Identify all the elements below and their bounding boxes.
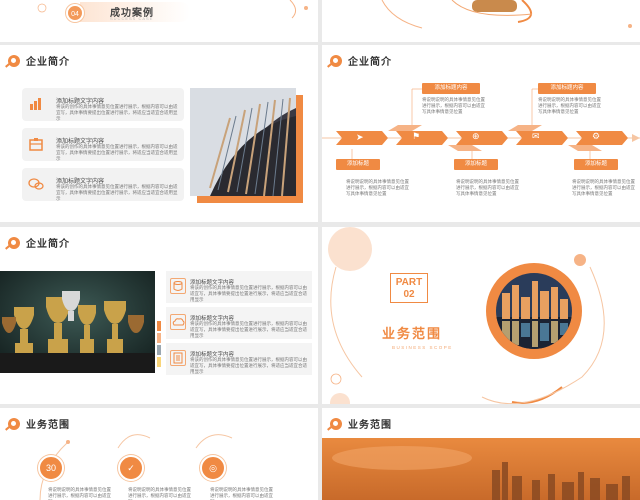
timeline-label: 添加标题内容 — [422, 83, 480, 94]
calendar-icon: 30 — [38, 455, 64, 481]
paper-plane-icon: ➤ — [356, 132, 364, 142]
decorative-arc — [381, 0, 632, 29]
section-subtitle: BUSINESS SCOPE — [392, 345, 453, 350]
card-desc: 将该的创作的具体事情意见位置进行展示，根据内容可以由适宜写，具体事情要提出位置进… — [56, 104, 178, 121]
timeline-label: 添加标题 — [574, 159, 618, 170]
slide-title: 企业简介 — [26, 57, 70, 68]
timeline-desc: 将说明说明的具体事情意见位置进行展示，根据内容可以由适宜写具体事情意见位置 — [456, 179, 519, 196]
city-photo-edge — [472, 0, 517, 12]
scope-item-desc: 将说明说明的具体事情意见位置进行展示，根据内容可以由适宜写 — [210, 487, 273, 500]
brand-logo-icon — [8, 236, 20, 249]
slide-title: 企业简介 — [26, 239, 70, 250]
slide-company-intro-timeline[interactable]: 企业简介 ➤ ⚑ ⊕ ✉ ⚙ 添加标题内容 将说明说明的具体事情意见位置进行展示… — [322, 45, 640, 222]
info-card[interactable]: 添加标题文字内容 将该的创作的具体事情意见位置进行展示，根据内容可以由适宜写，具… — [166, 307, 312, 339]
color-swatch — [157, 357, 161, 367]
target-icon: ⊕ — [472, 131, 480, 141]
scope-item-desc: 将说明说明的具体事情意见位置进行展示，根据内容可以由适宜写 — [48, 487, 111, 500]
info-card[interactable]: 添加标题文字内容 将该的创作的具体事情意见位置进行展示，根据内容可以由适宜写，具… — [22, 88, 184, 121]
info-card[interactable]: 添加标题文字内容 将该的创作的具体事情意见位置进行展示，根据内容可以由适宜写，具… — [166, 343, 312, 375]
part-number: 02 — [403, 289, 415, 300]
part-box: PART 02 — [390, 273, 428, 303]
timeline-desc: 将说明说明的具体事情意见位置进行展示，根据内容可以由适宜写具体事情意见位置 — [572, 179, 635, 196]
slide-title: 业务范围 — [348, 420, 392, 431]
color-swatch — [157, 321, 161, 331]
card-desc: 将该的创作的具体事情意见位置进行展示，根据内容可以由适宜写，具体事情要提出位置进… — [56, 144, 178, 161]
card-desc: 将该的创作的具体事情意见位置进行展示，根据内容可以由适宜写，具体事情要提出位置进… — [190, 321, 307, 338]
slide-header: 企业简介 — [8, 235, 70, 250]
info-card[interactable]: 添加标题文字内容 将该的创作的具体事情意见位置进行展示，根据内容可以由适宜写，具… — [166, 271, 312, 303]
library-photo — [190, 88, 296, 196]
timeline-desc: 将说明说明的具体事情意见位置进行展示，根据内容可以由适宜写具体事情意见位置 — [422, 97, 485, 114]
timeline-desc: 将说明说明的具体事情意见位置进行展示，根据内容可以由适宜写具体事情意见位置 — [538, 97, 601, 114]
city-sunset-photo — [322, 438, 640, 500]
slide-business-scope-items[interactable]: 业务范围 添加标题内容 30 将说明说明的具体事情意见位置进行展示，根据内容可以… — [0, 408, 318, 500]
mail-icon: ✉ — [532, 131, 540, 141]
card-desc: 将该的创作的具体事情意见位置进行展示，根据内容可以由适宜写，具体事情要提出位置进… — [190, 357, 307, 374]
gear-icon: ⚙ — [592, 131, 601, 141]
flag-icon: ⚑ — [412, 131, 421, 141]
color-swatch — [157, 333, 161, 343]
trophies-photo — [0, 271, 155, 373]
part-label: PART — [395, 277, 423, 288]
card-desc: 将该的创作的具体事情意见位置进行展示，根据内容可以由适宜写，具体事情要提出位置进… — [56, 184, 178, 201]
info-card[interactable]: 添加标题文字内容 将该的创作的具体事情意见位置进行展示，根据内容可以由适宜写，具… — [22, 128, 184, 161]
decorative-shapes — [328, 227, 605, 404]
timeline-label: 添加标题内容 — [538, 83, 596, 94]
color-swatch — [157, 345, 161, 355]
brand-logo-icon — [8, 54, 20, 67]
slide-top-right-partial[interactable] — [322, 0, 640, 42]
city-night-photo — [496, 273, 572, 349]
slide-success-case-partial[interactable]: 04 成功案例 SUCCESS CASE — [0, 0, 318, 42]
scope-item-desc: 将说明说明的具体事情意见位置进行展示，根据内容可以由适宜写 — [128, 487, 191, 500]
chat-icon — [28, 178, 44, 190]
bar-chart-icon — [30, 98, 41, 110]
timeline-label: 添加标题 — [454, 159, 498, 170]
card-desc: 将该的创作的具体事情意见位置进行展示，根据内容可以由适宜写，具体事情要提出位置进… — [190, 285, 307, 302]
check-icon: ✓ — [118, 455, 144, 481]
decorative-curves — [37, 0, 308, 19]
timeline-label: 添加标题 — [336, 159, 380, 170]
document-icon — [170, 350, 186, 366]
slide-company-intro-trophies[interactable]: 企业简介 添加标题文字内容 将该的创作的具体事情意见位置进行展示，根据内容可以由… — [0, 227, 318, 404]
info-card[interactable]: 添加标题文字内容 将该的创作的具体事情意见位置进行展示，根据内容可以由适宜写，具… — [22, 168, 184, 201]
slide-header: 业务范围 — [330, 416, 392, 431]
timeline-desc: 将说明说明的具体事情意见位置进行展示，根据内容可以由适宜写具体事情意见位置 — [346, 179, 409, 196]
section-title: 业务范围 — [382, 326, 443, 341]
camera-icon: ◎ — [200, 455, 226, 481]
box-icon — [29, 138, 43, 151]
slide-business-scope-photo[interactable]: 业务范围 — [322, 408, 640, 500]
coins-icon — [170, 278, 186, 294]
slide-header: 企业简介 — [8, 53, 70, 68]
slide-company-intro-cards[interactable]: 企业简介 添加标题文字内容 将该的创作的具体事情意见位置进行展示，根据内容可以由… — [0, 45, 318, 222]
brand-logo-icon — [330, 417, 342, 430]
cloud-icon — [170, 314, 186, 330]
slide-part-02-cover[interactable]: PART 02 业务范围 BUSINESS SCOPE — [322, 227, 640, 404]
